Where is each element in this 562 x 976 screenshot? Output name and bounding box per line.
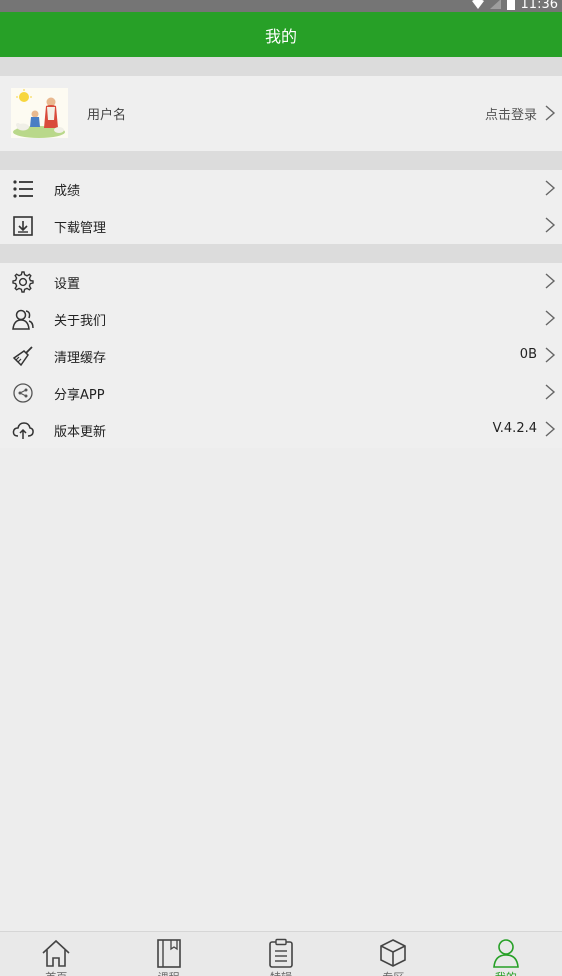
user-icon (491, 938, 521, 968)
page-title: 我的 (264, 26, 297, 46)
menu-item-version-update[interactable]: 版本更新 V.4.2.4 (0, 411, 562, 448)
menu-group-secondary: 设置 关于我们 清理缓存 0B 分享APP 版本更新 V.4.2.4 (0, 263, 562, 448)
status-bar: 11:36 (0, 0, 562, 12)
menu-item-label: 成绩 (54, 184, 81, 199)
cache-size-value: 0B (519, 347, 537, 362)
menu-item-label: 关于我们 (54, 314, 107, 329)
chevron-right-icon (544, 346, 556, 364)
share-icon (12, 382, 34, 404)
chevron-right-icon (544, 420, 556, 438)
home-icon (41, 938, 71, 968)
nav-mine[interactable]: 我的 (450, 932, 562, 976)
chevron-right-icon (544, 383, 556, 401)
separator (0, 151, 562, 170)
menu-item-label: 清理缓存 (54, 351, 107, 366)
chevron-right-icon (544, 179, 556, 197)
profile-row[interactable]: 用户名 点击登录 (0, 76, 562, 151)
chevron-right-icon (544, 216, 556, 234)
nav-label: 专区 (337, 969, 449, 976)
menu-item-settings[interactable]: 设置 (0, 263, 562, 300)
battery-icon (506, 0, 515, 10)
signal-icon (489, 0, 501, 9)
nav-label: 我的 (450, 969, 562, 976)
menu-item-label: 版本更新 (54, 425, 107, 440)
nav-home[interactable]: 首页 (0, 932, 112, 976)
status-time: 11:36 (520, 0, 558, 12)
nav-label: 课程 (112, 969, 224, 976)
gear-icon (12, 271, 34, 293)
version-value: V.4.2.4 (492, 421, 537, 436)
menu-item-label: 设置 (54, 277, 81, 292)
chevron-right-icon (544, 272, 556, 290)
clipboard-icon (266, 938, 296, 968)
avatar[interactable] (11, 88, 68, 138)
nav-specials[interactable]: 特辑 (225, 932, 337, 976)
chevron-right-icon (544, 104, 556, 122)
cube-icon (378, 938, 408, 968)
menu-item-downloads[interactable]: 下载管理 (0, 207, 562, 244)
wifi-icon (471, 0, 484, 9)
nav-zone[interactable]: 专区 (337, 932, 449, 976)
nav-courses[interactable]: 课程 (112, 932, 224, 976)
menu-item-share-app[interactable]: 分享APP (0, 374, 562, 411)
menu-group-primary: 成绩 下载管理 (0, 170, 562, 244)
list-icon (12, 178, 34, 200)
login-link[interactable]: 点击登录 (485, 104, 537, 123)
brush-icon (12, 345, 34, 367)
separator (0, 244, 562, 263)
nav-label: 首页 (0, 969, 112, 976)
menu-item-about[interactable]: 关于我们 (0, 300, 562, 337)
username-label: 用户名 (87, 108, 127, 123)
title-bar: 我的 (0, 12, 562, 57)
chevron-right-icon (544, 309, 556, 327)
separator (0, 57, 562, 76)
book-icon (154, 938, 184, 968)
download-icon (12, 215, 34, 237)
nav-label: 特辑 (225, 969, 337, 976)
people-icon (12, 308, 34, 330)
menu-item-label: 下载管理 (54, 221, 107, 236)
cloud-upload-icon (12, 419, 34, 441)
bottom-navigation: 首页 课程 特辑 (0, 931, 562, 976)
menu-item-label: 分享APP (54, 388, 105, 403)
menu-item-scores[interactable]: 成绩 (0, 170, 562, 207)
menu-item-clear-cache[interactable]: 清理缓存 0B (0, 337, 562, 374)
screen: 11:36 我的 用户名 点击登录 成绩 下载管理 设置 关于我们 清理缓存 0… (0, 0, 562, 976)
